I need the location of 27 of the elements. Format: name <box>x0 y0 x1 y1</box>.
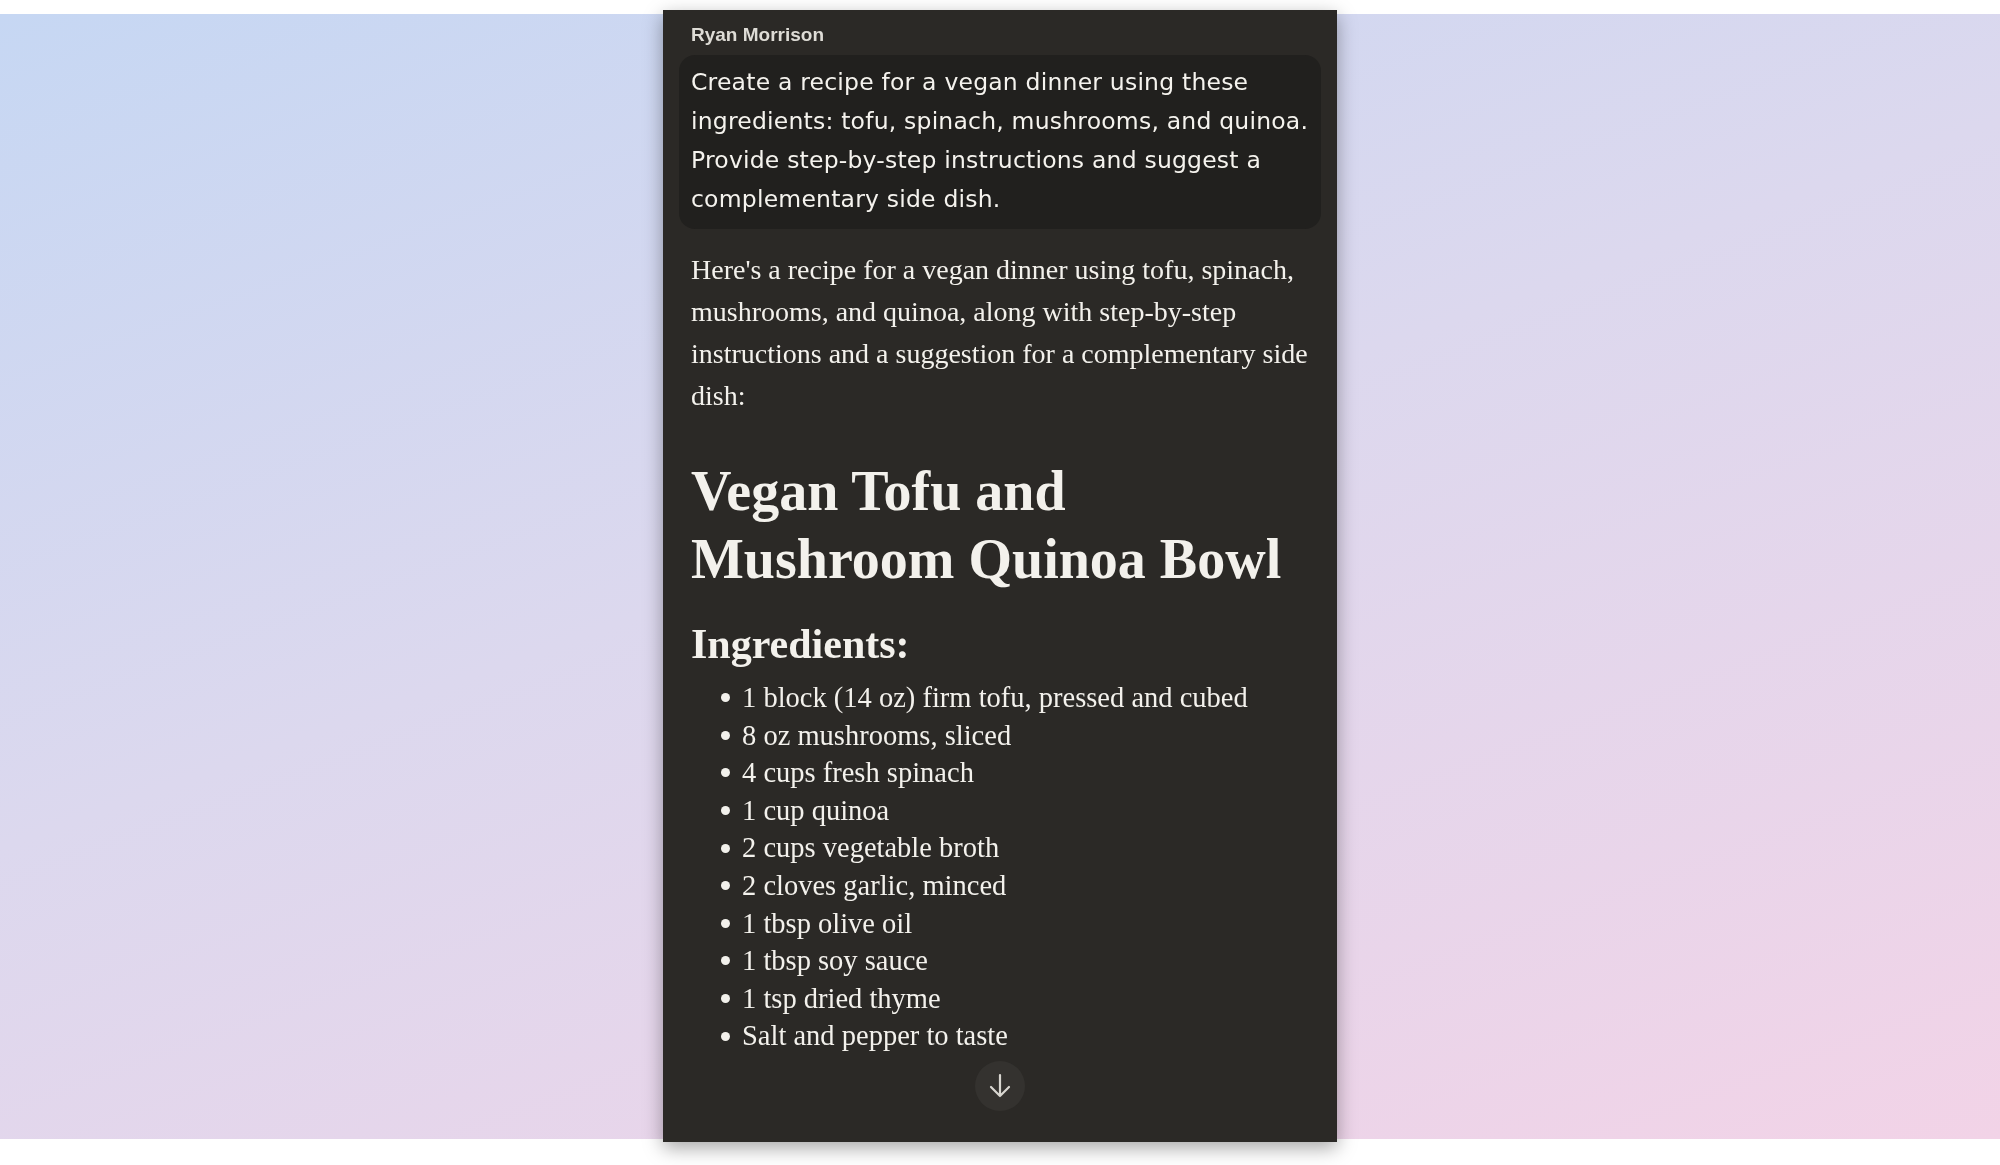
bullet-icon <box>721 693 730 703</box>
recipe-title: Vegan Tofu and Mushroom Quinoa Bowl <box>691 459 1283 592</box>
ingredient-item: Salt and pepper to taste <box>742 1019 1008 1054</box>
arrow-down-icon <box>988 1073 1012 1099</box>
ingredient-item: 2 cloves garlic, minced <box>742 868 1007 903</box>
bullet-icon <box>721 1031 730 1041</box>
bullet-icon <box>721 918 730 928</box>
ingredient-item: 1 tsp dried thyme <box>742 981 941 1016</box>
ingredient-item: 4 cups fresh spinach <box>742 756 974 791</box>
response-text: Here's a recipe for a vegan dinner using tofu, spinach, mushrooms, and quinoa, along with step-by-step instructions and a suggestion for a complementary side dish: <box>691 253 1309 413</box>
ingredient-item: 1 cup quinoa <box>742 793 890 828</box>
bullet-icon <box>721 730 730 740</box>
ingredient-item: 2 cups vegetable broth <box>742 831 1000 866</box>
ingredient-item: 1 block (14 oz) firm tofu, pressed and cubed <box>742 681 1248 715</box>
bullet-icon <box>721 956 730 966</box>
bullet-icon <box>721 994 730 1004</box>
bullet-icon <box>721 843 730 853</box>
ingredient-item: 8 oz mushrooms, sliced <box>742 718 1012 753</box>
bullet-icon <box>721 881 730 891</box>
user-message: Create a recipe for a vegan dinner using these ingredients: tofu, spinach, mushrooms, and quinoa. Provide step-by-step instructions and suggest a complementary side dish. <box>679 55 1321 229</box>
ingredient-item: 1 tbsp soy sauce <box>742 944 928 979</box>
bullet-icon <box>721 768 730 778</box>
section-heading: Ingredients: <box>691 620 911 669</box>
scroll-down-button[interactable] <box>975 1061 1025 1111</box>
author-name: Ryan Morrison <box>690 24 826 46</box>
ingredient-item: 1 tbsp olive oil <box>742 906 913 941</box>
bullet-icon <box>721 806 730 816</box>
